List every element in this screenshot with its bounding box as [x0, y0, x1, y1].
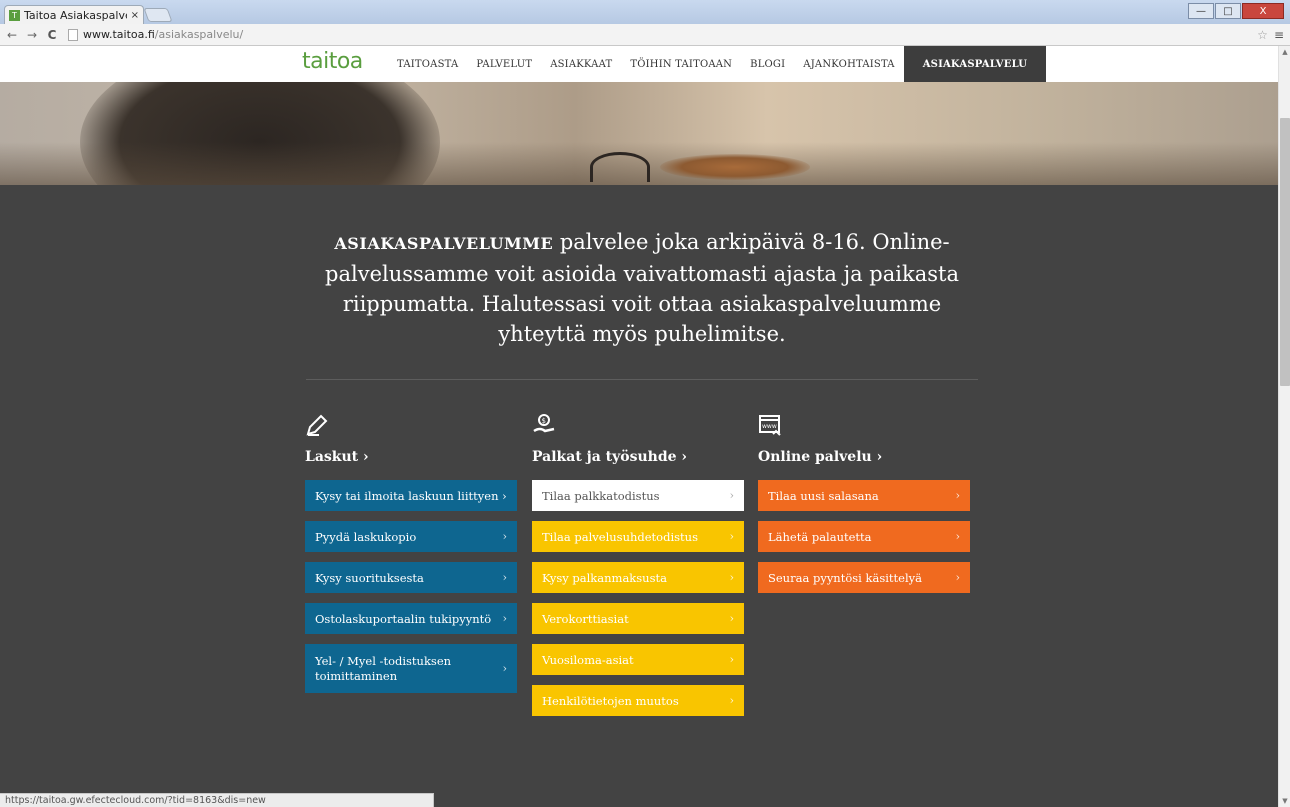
- column-online: www Online palvelu › Tilaa uusi salasana…: [758, 413, 970, 603]
- hero-bicycle: [590, 152, 650, 182]
- browser-titlebar: T Taitoa Asiakaspalvelu × — □ X: [0, 0, 1290, 24]
- tab-close-icon[interactable]: ×: [131, 10, 139, 21]
- laskut-list: Kysy tai ilmoita laskuun liittyen › Pyyd…: [305, 480, 517, 693]
- seuraa-pyyntoa-button[interactable]: Seuraa pyyntösi käsittelyä ›: [758, 562, 970, 593]
- button-label: Kysy tai ilmoita laskuun liittyen ›: [315, 488, 507, 503]
- button-label: Tilaa palkkatodistus: [542, 488, 660, 503]
- yel-todistus-button[interactable]: Yel- / Myel -todistuksen toimittaminen ›: [305, 644, 517, 693]
- chevron-right-icon: ›: [502, 571, 507, 584]
- button-label: Kysy suorituksesta: [315, 570, 424, 585]
- window-controls: — □ X: [1187, 3, 1284, 19]
- palaute-button[interactable]: Lähetä palautetta ›: [758, 521, 970, 552]
- bookmark-star-icon[interactable]: ☆: [1257, 28, 1268, 42]
- button-label: Seuraa pyyntösi käsittelyä: [768, 570, 922, 585]
- palvelusuhdetodistus-button[interactable]: Tilaa palvelusuhdetodistus ›: [532, 521, 744, 552]
- scroll-down-icon[interactable]: ▼: [1279, 795, 1290, 807]
- online-heading[interactable]: Online palvelu ›: [758, 449, 970, 469]
- minimize-button[interactable]: —: [1188, 3, 1214, 19]
- hero-hay: [660, 154, 810, 180]
- button-label: Tilaa palvelusuhdetodistus: [542, 529, 698, 544]
- browser-tab[interactable]: T Taitoa Asiakaspalvelu ×: [4, 5, 144, 24]
- intro-lead: ASIAKASPALVELUMME: [334, 234, 554, 253]
- button-label: Lähetä palautetta: [768, 529, 872, 544]
- svg-text:www: www: [762, 423, 777, 430]
- page-scrollbar[interactable]: ▲ ▼: [1278, 46, 1290, 807]
- suoritus-button[interactable]: Kysy suorituksesta ›: [305, 562, 517, 593]
- chevron-right-icon: ›: [729, 612, 734, 625]
- chevron-right-icon: ›: [955, 571, 960, 584]
- palkat-list: Tilaa palkkatodistus › Tilaa palvelusuhde…: [532, 480, 744, 716]
- www-icon: www: [758, 413, 782, 437]
- chevron-right-icon: ›: [955, 530, 960, 543]
- chevron-right-icon: ›: [729, 694, 734, 707]
- chevron-right-icon: ›: [955, 489, 960, 502]
- button-label: Henkilötietojen muutos: [542, 693, 679, 708]
- favicon-icon: T: [9, 9, 20, 21]
- money-hand-icon: $: [532, 413, 556, 437]
- scroll-up-icon[interactable]: ▲: [1279, 46, 1290, 58]
- uusi-salasana-button[interactable]: Tilaa uusi salasana ›: [758, 480, 970, 511]
- chevron-right-icon: ›: [502, 612, 507, 625]
- chevron-right-icon: ›: [729, 653, 734, 666]
- palkkatodistus-button[interactable]: Tilaa palkkatodistus ›: [532, 480, 744, 511]
- button-label: Tilaa uusi salasana: [768, 488, 879, 503]
- online-list: Tilaa uusi salasana › Lähetä palautetta › …: [758, 480, 970, 593]
- nav-taitoasta[interactable]: TAITOASTA: [388, 46, 467, 82]
- henkilotiedot-button[interactable]: Henkilötietojen muutos ›: [532, 685, 744, 716]
- chevron-right-icon: ›: [502, 530, 507, 543]
- nav-asiakaspalvelu[interactable]: ASIAKASPALVELU: [903, 46, 1047, 82]
- kysy-laskusta-button[interactable]: Kysy tai ilmoita laskuun liittyen ›: [305, 480, 517, 511]
- palkat-heading[interactable]: Palkat ja työsuhde ›: [532, 449, 744, 469]
- svg-text:$: $: [542, 417, 546, 425]
- chevron-right-icon: ›: [729, 571, 734, 584]
- button-label: Vuosiloma-asiat: [542, 652, 634, 667]
- column-laskut: Laskut › Kysy tai ilmoita laskuun liitty…: [305, 413, 517, 703]
- url-path: /asiakaspalvelu/: [154, 28, 244, 41]
- button-label: Kysy palkanmaksusta: [542, 570, 667, 585]
- customer-service-section: ASIAKASPALVELUMME palvelee joka arkipäiv…: [0, 185, 1278, 793]
- reload-icon[interactable]: C: [44, 28, 60, 42]
- address-bar[interactable]: www.taitoa.fi /asiakaspalvelu/: [68, 28, 1257, 41]
- vuosiloma-button[interactable]: Vuosiloma-asiat ›: [532, 644, 744, 675]
- chevron-right-icon: ›: [502, 662, 507, 675]
- nav-toihin-taitoaan[interactable]: TÖIHIN TAITOAAN: [621, 46, 741, 82]
- close-window-button[interactable]: X: [1242, 3, 1284, 19]
- browser-menu-icon[interactable]: ≡: [1274, 28, 1284, 42]
- status-bar-url: https://taitoa.gw.efectecloud.com/?tid=8…: [0, 793, 434, 807]
- laskukopio-button[interactable]: Pyydä laskukopio ›: [305, 521, 517, 552]
- nav-blogi[interactable]: BLOGI: [741, 46, 794, 82]
- nav-asiakkaat[interactable]: ASIAKKAAT: [541, 46, 621, 82]
- scroll-thumb[interactable]: [1280, 118, 1290, 386]
- taitoa-logo[interactable]: taitoa: [302, 49, 363, 74]
- page-icon: [68, 28, 78, 41]
- verokortti-button[interactable]: Verokorttiasiat ›: [532, 603, 744, 634]
- intro-text: ASIAKASPALVELUMME palvelee joka arkipäiv…: [322, 227, 962, 349]
- button-label: Pyydä laskukopio: [315, 529, 417, 544]
- nav-palvelut[interactable]: PALVELUT: [467, 46, 541, 82]
- forward-arrow-icon[interactable]: →: [24, 28, 40, 42]
- button-label: Verokorttiasiat: [542, 611, 629, 626]
- browser-toolbar: ← → C www.taitoa.fi /asiakaspalvelu/ ☆ ≡: [0, 24, 1290, 46]
- button-label: Yel- / Myel -todistuksen toimittaminen: [315, 653, 452, 683]
- back-arrow-icon[interactable]: ←: [4, 28, 20, 42]
- button-label: Ostolaskuportaalin tukipyyntö: [315, 611, 492, 626]
- site-header: taitoa TAITOASTA PALVELUT ASIAKKAAT TÖIH…: [0, 46, 1278, 82]
- main-nav: TAITOASTA PALVELUT ASIAKKAAT TÖIHIN TAIT…: [388, 46, 1047, 82]
- nav-ajankohtaista[interactable]: AJANKOHTAISTA: [794, 46, 903, 82]
- ostolaskuportaali-button[interactable]: Ostolaskuportaalin tukipyyntö ›: [305, 603, 517, 634]
- tab-title: Taitoa Asiakaspalvelu: [24, 8, 127, 22]
- laskut-heading[interactable]: Laskut ›: [305, 449, 517, 469]
- palkanmaksu-button[interactable]: Kysy palkanmaksusta ›: [532, 562, 744, 593]
- maximize-button[interactable]: □: [1215, 3, 1241, 19]
- chevron-right-icon: ›: [729, 489, 734, 502]
- column-palkat: $ Palkat ja työsuhde › Tilaa palkkatodis…: [532, 413, 744, 726]
- new-tab-button[interactable]: [143, 8, 173, 22]
- divider: [306, 379, 978, 380]
- hero-image: [0, 82, 1278, 185]
- pen-icon: [305, 413, 329, 437]
- chevron-right-icon: ›: [729, 530, 734, 543]
- url-host: www.taitoa.fi: [83, 28, 155, 41]
